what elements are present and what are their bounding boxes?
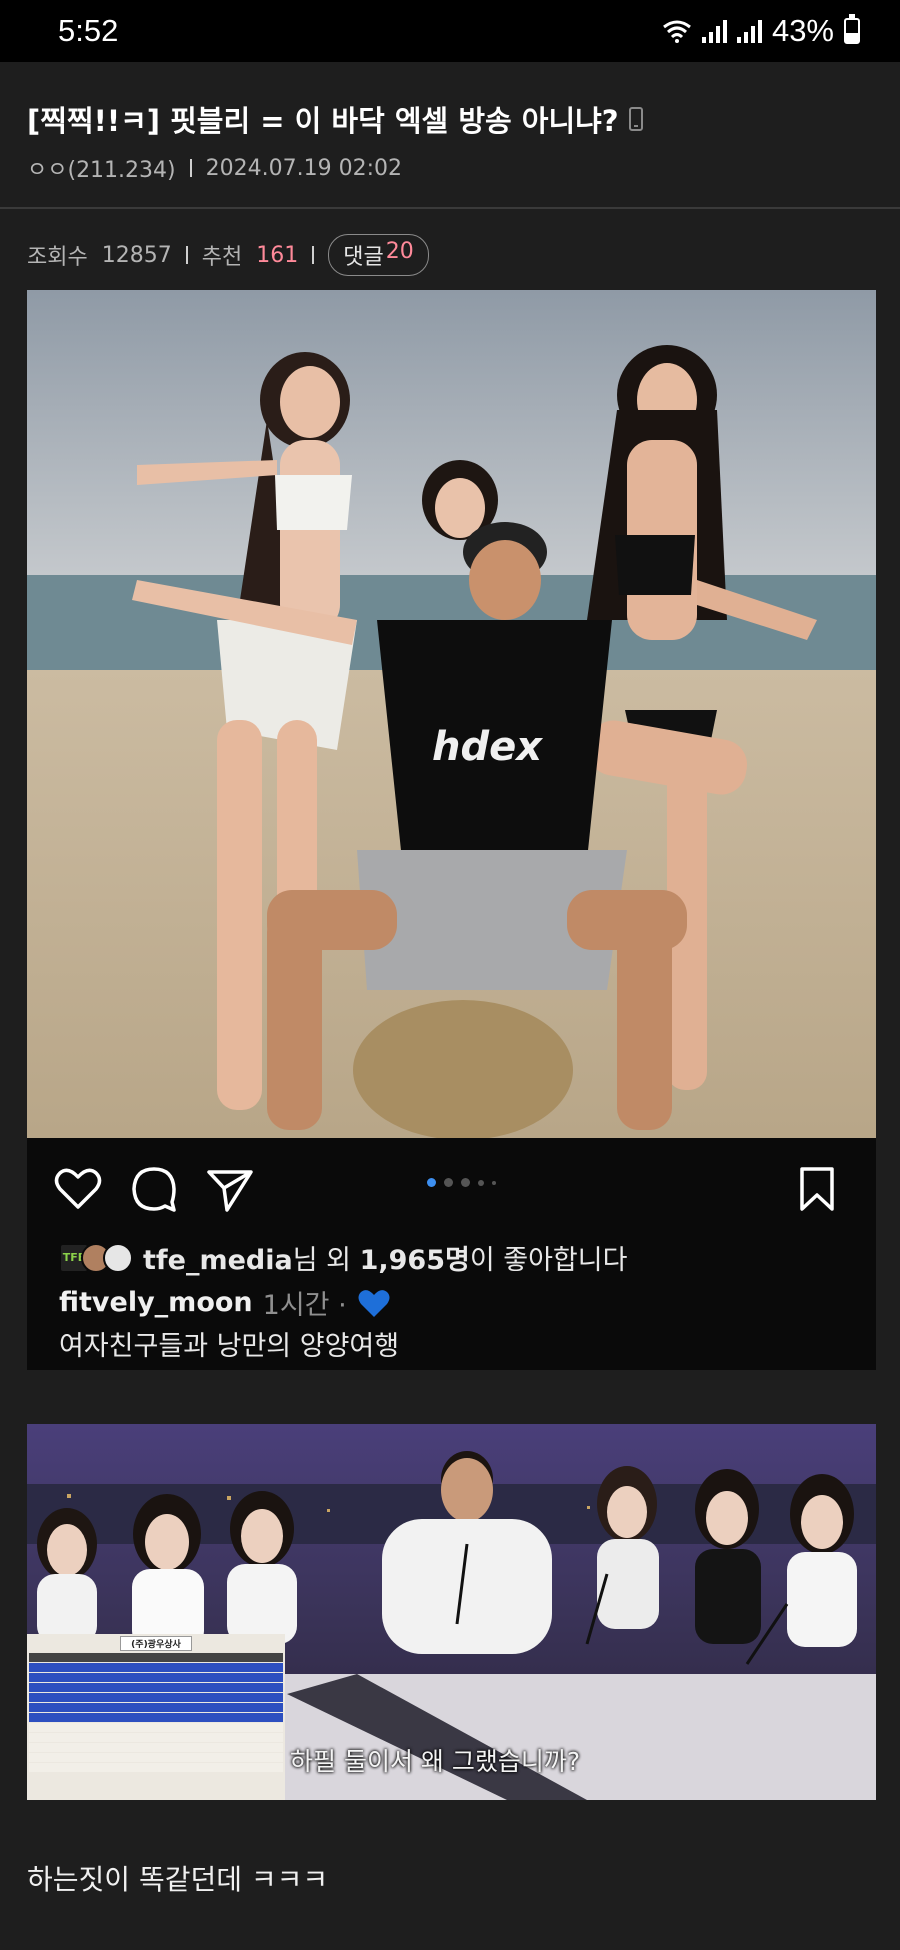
post-stats: 조회수 12857 추천 161 댓글 20: [27, 234, 429, 276]
carousel-dots: [427, 1178, 496, 1187]
status-icons: 43%: [662, 13, 860, 49]
caption-header: fitvely_moon 1시간 ·: [59, 1283, 391, 1322]
likes-suffix-2: 이 좋아합니다: [469, 1245, 628, 1276]
header-divider: [0, 207, 900, 209]
bookmark-icon[interactable]: [792, 1164, 842, 1214]
comment-icon[interactable]: [129, 1164, 179, 1214]
heart-icon[interactable]: [53, 1164, 103, 1214]
mobile-icon: [628, 107, 643, 131]
liker-avatars: TFE: [59, 1242, 133, 1273]
recommend-count: 161: [256, 242, 299, 268]
shirt-logo-text: hdex: [432, 724, 543, 770]
recommend-label: 추천: [201, 245, 243, 270]
comments-count: 20: [385, 239, 414, 264]
carousel-dot[interactable]: [461, 1178, 470, 1187]
board-title: (주)광우상사: [120, 1636, 192, 1651]
post-meta: ㅇㅇ(211.234) 2024.07.19 02:02: [27, 152, 402, 184]
stats-separator-2: [312, 246, 315, 264]
instagram-post-footer: TFE tfe_media님 외 1,965명이 좋아합니다 fitvely_m…: [27, 1138, 876, 1370]
post-title-text: [찍찍!!ㅋ] 핏블리 = 이 바닥 엑셀 방송 아니냐?: [27, 104, 619, 138]
beach-photo-illustration: hdex: [27, 290, 876, 1138]
share-icon[interactable]: [205, 1164, 255, 1214]
battery-percent: 43%: [771, 13, 834, 48]
stream-chat-overlay: [776, 1644, 876, 1800]
stats-separator: [185, 246, 188, 264]
carousel-dot[interactable]: [427, 1178, 436, 1187]
avatar: [103, 1242, 133, 1273]
ig-action-icons: [53, 1164, 255, 1214]
status-time: 5:52: [58, 13, 119, 48]
stream-subtitle: 하필 둘이서 왜 그랬습니까?: [290, 1747, 581, 1776]
views-label: 조회수: [27, 245, 88, 270]
comments-button[interactable]: 댓글 20: [328, 234, 429, 276]
caption-text: 여자친구들과 낭만의 양양여행: [59, 1331, 400, 1362]
battery-icon: [844, 14, 860, 44]
stream-capture-image[interactable]: (주)광우상사 하필 둘이서 왜 그랬습니까?: [27, 1424, 876, 1800]
signal-icon-2: [736, 19, 762, 43]
post-author[interactable]: ㅇㅇ(211.234): [27, 152, 176, 184]
post-title: [찍찍!!ㅋ] 핏블리 = 이 바닥 엑셀 방송 아니냐?: [27, 98, 643, 140]
likes-suffix-1: 님 외: [292, 1245, 351, 1276]
wifi-icon: [663, 20, 691, 43]
likes-line: TFE tfe_media님 외 1,965명이 좋아합니다: [59, 1238, 627, 1277]
caption-time: 1시간 ·: [262, 1290, 347, 1321]
caption-user[interactable]: fitvely_moon: [59, 1287, 253, 1318]
signal-icon-1: [701, 19, 727, 43]
post-datetime: 2024.07.19 02:02: [205, 155, 402, 181]
likes-user[interactable]: tfe_media: [143, 1245, 293, 1276]
comments-label: 댓글: [343, 245, 384, 270]
post-body-text: 하는짓이 똑같던데 ㅋㅋㅋ: [27, 1863, 329, 1896]
carousel-dot[interactable]: [492, 1180, 496, 1185]
meta-separator: [189, 159, 192, 177]
beach-group-photo[interactable]: hdex: [27, 290, 876, 1138]
carousel-dot[interactable]: [444, 1178, 453, 1187]
status-bar: 5:52 43%: [0, 0, 900, 62]
ranking-board: (주)광우상사: [27, 1634, 285, 1800]
carousel-dot[interactable]: [478, 1179, 484, 1186]
views-count: 12857: [101, 242, 172, 268]
blue-heart-icon: [358, 1289, 390, 1317]
likes-count[interactable]: 1,965명: [360, 1245, 470, 1276]
